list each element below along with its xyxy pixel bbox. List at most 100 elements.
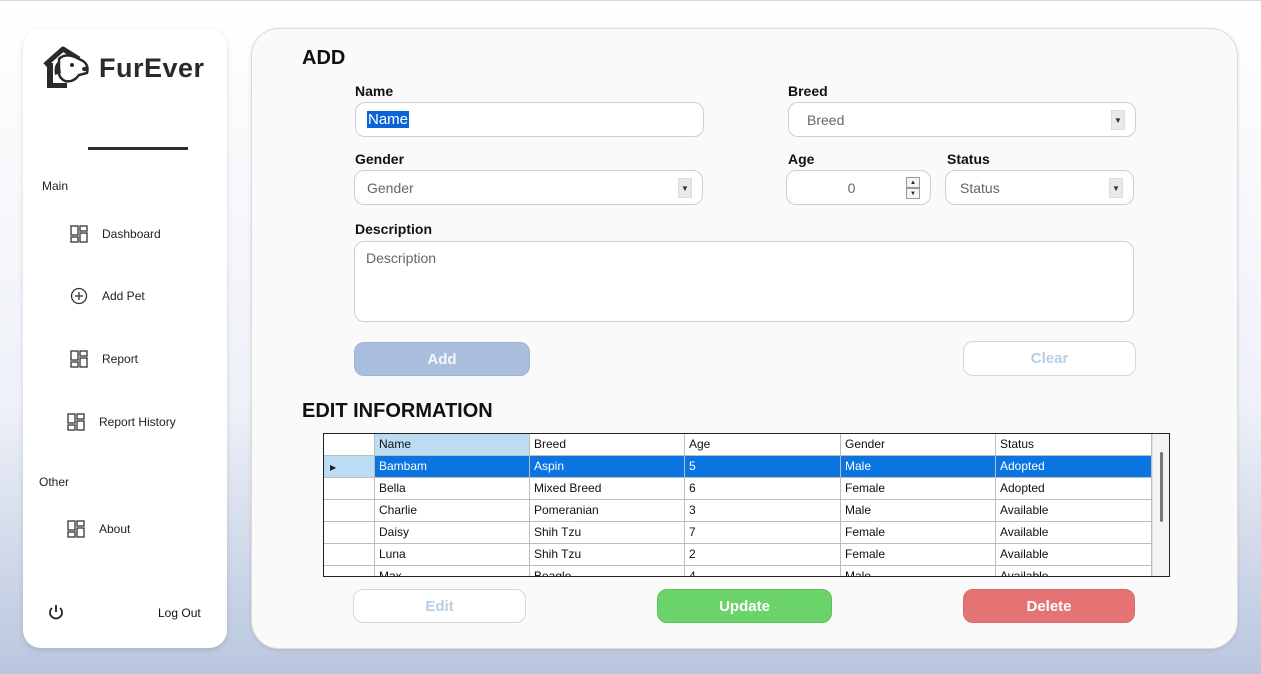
cell-name[interactable]: Daisy [375,522,530,544]
cell-age[interactable]: 2 [685,544,841,566]
sidebar: FurEver Main Dashboard Add Pet Report Re… [23,29,227,648]
section-label-other: Other [39,475,70,489]
add-circle-icon [68,285,90,307]
sidebar-item-label: Report History [99,415,176,429]
cell-name[interactable]: Bella [375,478,530,500]
spin-down-icon[interactable]: ▼ [906,188,920,199]
cell-name[interactable]: Luna [375,544,530,566]
chevron-down-icon: ▼ [678,178,692,198]
report-icon [68,348,90,370]
section-label-main: Main [42,179,69,193]
about-icon [65,518,87,540]
sidebar-item-dashboard[interactable]: Dashboard [68,223,161,245]
status-select[interactable]: Status ▼ [945,170,1134,205]
row-selector[interactable] [324,522,375,544]
description-field[interactable]: Description [354,241,1134,322]
column-header-age[interactable]: Age [685,434,841,456]
row-selector[interactable] [324,500,375,522]
cell-status[interactable]: Available [996,544,1152,566]
column-header-gender[interactable]: Gender [841,434,996,456]
add-button[interactable]: Add [354,342,530,376]
status-select-value: Status [960,179,1000,196]
dog-house-logo-icon [43,46,89,88]
power-icon[interactable] [47,603,65,621]
cell-breed[interactable]: Beagle [530,566,685,576]
sidebar-item-label: Add Pet [102,289,145,303]
age-stepper[interactable]: 0 ▲ ▼ [786,170,931,205]
cell-status[interactable]: Adopted [996,456,1152,478]
sidebar-item-about[interactable]: About [65,518,130,540]
delete-button[interactable]: Delete [963,589,1135,623]
age-value: 0 [847,179,856,196]
logout-button[interactable]: Log Out [158,606,201,620]
cell-age[interactable]: 4 [685,566,841,576]
table-row[interactable]: Charlie Pomeranian 3 Male Available [324,500,1152,522]
gender-label: Gender [355,151,405,167]
breed-select-value: Breed [807,111,845,128]
cell-gender[interactable]: Female [841,522,996,544]
cell-name[interactable]: Max [375,566,530,576]
cell-breed[interactable]: Pomeranian [530,500,685,522]
edit-button[interactable]: Edit [353,589,526,623]
sidebar-item-report[interactable]: Report [68,348,138,370]
table-row[interactable]: Luna Shih Tzu 2 Female Available [324,544,1152,566]
pets-table[interactable]: Name Breed Age Gender Status ▶ Bambam As… [323,433,1170,577]
edit-information-heading: EDIT INFORMATION [302,400,493,422]
cell-age[interactable]: 3 [685,500,841,522]
sidebar-item-report-history[interactable]: Report History [65,411,176,433]
table-header-row: Name Breed Age Gender Status [324,434,1152,456]
column-header-breed[interactable]: Breed [530,434,685,456]
breed-select[interactable]: Breed ▼ [788,102,1136,137]
spin-up-icon[interactable]: ▲ [906,177,920,188]
clear-button[interactable]: Clear [963,341,1136,376]
dashboard-icon [68,223,90,245]
table-row[interactable]: Bella Mixed Breed 6 Female Adopted [324,478,1152,500]
row-selector[interactable] [324,566,375,576]
sidebar-item-add-pet[interactable]: Add Pet [68,285,145,307]
chevron-down-icon: ▼ [1109,178,1123,198]
breed-label: Breed [788,83,828,99]
table-row[interactable]: Max Beagle 4 Male Available [324,566,1152,576]
scrollbar-thumb[interactable] [1160,452,1163,522]
name-field[interactable]: Name [355,102,704,137]
sidebar-item-label: Dashboard [102,227,161,241]
cell-age[interactable]: 6 [685,478,841,500]
name-label: Name [355,83,394,99]
cell-age[interactable]: 5 [685,456,841,478]
cell-status[interactable]: Adopted [996,478,1152,500]
cell-gender[interactable]: Male [841,566,996,576]
cell-gender[interactable]: Female [841,478,996,500]
age-label: Age [788,151,815,167]
table-row[interactable]: ▶ Bambam Aspin 5 Male Adopted [324,456,1152,478]
gender-select-value: Gender [367,179,414,196]
cell-breed[interactable]: Mixed Breed [530,478,685,500]
column-header-name[interactable]: Name [375,434,530,456]
row-selector[interactable] [324,478,375,500]
report-history-icon [65,411,87,433]
sidebar-divider [88,147,188,150]
app-logo: FurEver [43,45,205,91]
sidebar-item-label: Report [102,352,139,366]
column-header-status[interactable]: Status [996,434,1152,456]
row-selector[interactable] [324,544,375,566]
row-selector[interactable]: ▶ [324,456,375,478]
cell-age[interactable]: 7 [685,522,841,544]
age-spinner[interactable]: ▲ ▼ [906,177,920,199]
gender-select[interactable]: Gender ▼ [354,170,703,205]
cell-breed[interactable]: Aspin [530,456,685,478]
table-scrollbar[interactable] [1152,434,1169,576]
update-button[interactable]: Update [657,589,832,623]
cell-name[interactable]: Bambam [375,456,530,478]
cell-gender[interactable]: Male [841,456,996,478]
cell-status[interactable]: Available [996,566,1152,576]
cell-status[interactable]: Available [996,522,1152,544]
status-label: Status [947,151,990,167]
cell-breed[interactable]: Shih Tzu [530,544,685,566]
cell-status[interactable]: Available [996,500,1152,522]
table-row[interactable]: Daisy Shih Tzu 7 Female Available [324,522,1152,544]
cell-gender[interactable]: Male [841,500,996,522]
cell-gender[interactable]: Female [841,544,996,566]
name-field-value: Name [367,111,410,128]
cell-name[interactable]: Charlie [375,500,530,522]
cell-breed[interactable]: Shih Tzu [530,522,685,544]
